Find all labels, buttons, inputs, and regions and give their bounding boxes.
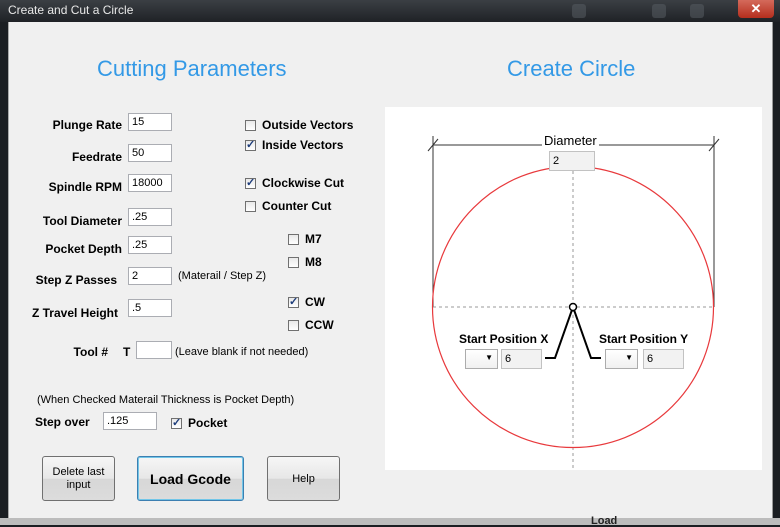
background-app-icon	[652, 4, 666, 18]
checkbox-box	[288, 295, 299, 308]
title-bar: Create and Cut a Circle ✕	[0, 0, 780, 22]
dialog-window: Cutting Parameters Create Circle Plunge …	[8, 22, 773, 518]
step-over-label: Step over	[35, 415, 90, 429]
start-x-dropdown[interactable]: ▼	[465, 349, 498, 369]
start-y-value[interactable]: 6	[643, 349, 684, 369]
delete-last-input-button[interactable]: Delete last input	[42, 456, 115, 501]
step-z-passes-input[interactable]	[128, 267, 172, 285]
tool-number-label: Tool #	[73, 345, 108, 359]
ccw-checkbox[interactable]: CCW	[288, 318, 334, 332]
background-app-icon	[690, 4, 704, 18]
checkbox-box	[171, 416, 182, 429]
m8-checkbox[interactable]: M8	[288, 255, 322, 269]
counter-cut-checkbox[interactable]: Counter Cut	[245, 199, 331, 213]
circle-preview-panel: Diameter 2 Start Position X Start Positi…	[385, 107, 762, 470]
help-button[interactable]: Help	[267, 456, 340, 501]
checkbox-box	[288, 319, 299, 331]
close-button[interactable]: ✕	[738, 0, 774, 18]
diameter-value[interactable]: 2	[549, 151, 595, 171]
checkbox-box	[245, 176, 256, 189]
cutting-parameters-heading: Cutting Parameters	[97, 56, 287, 81]
spindle-rpm-label: Spindle RPM	[48, 180, 122, 194]
load-gcode-button[interactable]: Load Gcode	[137, 456, 244, 501]
checkbox-box	[245, 119, 256, 131]
start-position-x-label: Start Position X	[459, 332, 549, 346]
tool-diameter-label: Tool Diameter	[42, 214, 122, 228]
checkbox-box	[288, 256, 299, 268]
m7-checkbox[interactable]: M7	[288, 232, 322, 246]
window-title: Create and Cut a Circle	[8, 3, 134, 17]
start-position-pointer	[545, 303, 601, 359]
chevron-down-icon: ▼	[485, 353, 493, 362]
checkbox-box	[245, 200, 256, 212]
outside-vectors-checkbox[interactable]: Outside Vectors	[245, 118, 353, 132]
feedrate-input[interactable]	[128, 144, 172, 162]
plunge-rate-input[interactable]	[128, 113, 172, 131]
cw-checkbox[interactable]: CW	[288, 295, 325, 309]
start-x-value[interactable]: 6	[501, 349, 542, 369]
tool-number-input[interactable]	[136, 341, 172, 359]
circle-center-marker	[568, 302, 578, 312]
z-travel-height-input[interactable]	[128, 299, 172, 317]
checkbox-box	[288, 233, 299, 245]
tool-diameter-input[interactable]	[128, 208, 172, 226]
create-circle-heading: Create Circle	[507, 56, 636, 81]
clockwise-cut-checkbox[interactable]: Clockwise Cut	[245, 176, 344, 190]
pocket-depth-label: Pocket Depth	[45, 242, 122, 256]
spindle-rpm-input[interactable]	[128, 174, 172, 192]
tool-number-prefix: T	[123, 345, 131, 359]
start-position-y-label: Start Position Y	[599, 332, 689, 346]
step-z-note: (Materail / Step Z)	[178, 270, 267, 282]
feedrate-label: Feedrate	[71, 150, 122, 164]
checkbox-box	[245, 138, 256, 151]
tool-number-note: (Leave blank if not needed)	[175, 346, 309, 358]
inside-vectors-checkbox[interactable]: Inside Vectors	[245, 138, 343, 152]
background-app-icon	[572, 4, 586, 18]
background-window-strip: Load	[0, 515, 780, 527]
pocket-depth-note: (When Checked Materail Thickness is Pock…	[37, 394, 295, 406]
pocket-checkbox[interactable]: Pocket	[171, 416, 227, 430]
diameter-label: Diameter	[542, 133, 599, 148]
background-button-fragment: Load	[591, 515, 618, 527]
start-y-dropdown[interactable]: ▼	[605, 349, 638, 369]
pocket-depth-input[interactable]	[128, 236, 172, 254]
z-travel-height-label: Z Travel Height	[31, 306, 118, 320]
step-over-input[interactable]	[103, 412, 157, 430]
plunge-rate-label: Plunge Rate	[52, 118, 122, 132]
step-z-passes-label: Step Z Passes	[35, 273, 117, 287]
chevron-down-icon: ▼	[625, 353, 633, 362]
